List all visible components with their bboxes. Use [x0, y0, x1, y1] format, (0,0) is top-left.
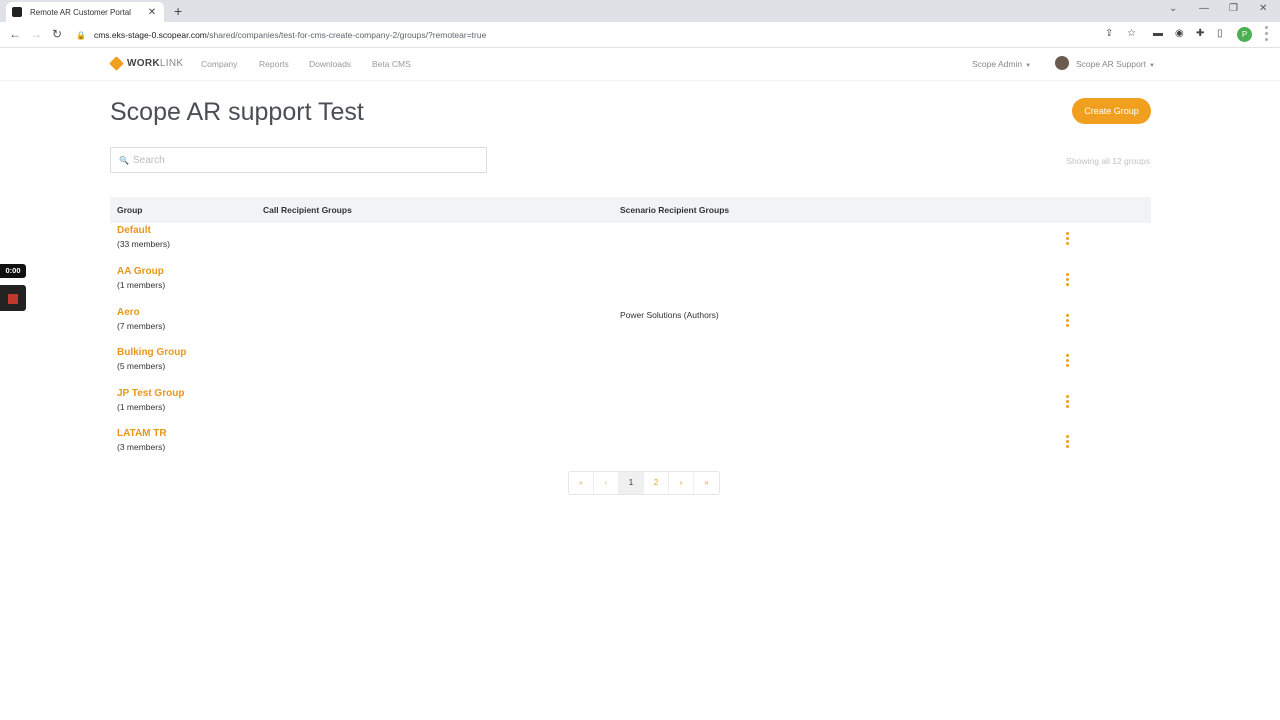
user-menu[interactable]: Scope AR Support ▼: [1076, 59, 1155, 69]
restore-icon[interactable]: ❐: [1229, 3, 1238, 14]
last-page-button[interactable]: »: [694, 472, 719, 494]
row-actions-kebab-icon[interactable]: [1062, 229, 1072, 247]
tab-search-icon[interactable]: ⌄: [1169, 3, 1177, 14]
site-favicon-icon: [12, 7, 22, 17]
group-name-link[interactable]: Default: [117, 225, 151, 236]
table-row: LATAM TR (3 members): [110, 427, 1151, 468]
table-row: Aero (7 members) Power Solutions (Author…: [110, 306, 1151, 347]
group-name-link[interactable]: Aero: [117, 307, 140, 318]
url-field[interactable]: 🔒 cms.eks-stage-0.scopear.com/shared/com…: [76, 26, 1120, 44]
member-count: (33 members): [117, 239, 170, 249]
nav-company[interactable]: Company: [201, 59, 237, 69]
prev-page-button[interactable]: ‹: [594, 472, 619, 494]
row-actions-kebab-icon[interactable]: [1062, 392, 1072, 410]
scenario-recipient-groups: Power Solutions (Authors): [620, 310, 719, 320]
browser-tab[interactable]: Remote AR Customer Portal ✕: [6, 2, 164, 22]
browser-tab-bar: Remote AR Customer Portal ✕ + ⌄ — ❐ ✕: [0, 0, 1280, 22]
bookmark-star-icon[interactable]: ☆: [1127, 28, 1136, 40]
search-input[interactable]: [132, 154, 473, 166]
table-row: Default (33 members): [110, 224, 1151, 265]
screen-record-extension-icon[interactable]: ◉: [1175, 28, 1184, 40]
app-header: WORK LINK Company Reports Downloads Beta …: [0, 48, 1280, 81]
create-group-button[interactable]: Create Group: [1072, 98, 1151, 124]
logo-mark-icon: [109, 56, 124, 71]
url-path: /shared/companies/test-for-cms-create-co…: [206, 30, 487, 40]
chevron-down-icon: ▼: [1025, 63, 1032, 69]
table-row: AA Group (1 members): [110, 265, 1151, 306]
nav-downloads[interactable]: Downloads: [309, 59, 351, 69]
user-avatar[interactable]: [1055, 56, 1069, 70]
reload-icon[interactable]: ↻: [52, 27, 62, 41]
row-actions-kebab-icon[interactable]: [1062, 432, 1072, 450]
puzzle-extensions-icon[interactable]: ✚: [1196, 28, 1204, 40]
address-bar: ← → ↻ 🔒 cms.eks-stage-0.scopear.com/shar…: [0, 22, 1280, 48]
close-window-icon[interactable]: ✕: [1259, 3, 1267, 14]
row-actions-kebab-icon[interactable]: [1062, 270, 1072, 288]
admin-menu[interactable]: Scope Admin ▼: [972, 59, 1031, 69]
worklink-logo[interactable]: WORK LINK: [109, 56, 183, 71]
row-actions-kebab-icon[interactable]: [1062, 351, 1072, 369]
new-tab-button[interactable]: +: [174, 3, 182, 19]
chevron-down-icon: ▼: [1148, 63, 1155, 69]
back-icon[interactable]: ←: [9, 27, 21, 41]
pagination: « ‹ 1 2 › »: [568, 471, 720, 495]
extension-icon[interactable]: ▬: [1153, 28, 1163, 40]
share-icon[interactable]: ⇪: [1105, 28, 1113, 40]
member-count: (3 members): [117, 442, 166, 452]
page-1-button[interactable]: 1: [619, 472, 644, 494]
group-name-link[interactable]: LATAM TR: [117, 428, 167, 439]
search-box: 🔍: [110, 147, 487, 173]
nav-beta-cms[interactable]: Beta CMS: [372, 59, 411, 69]
column-header-call-recipient-groups: Call Recipient Groups: [263, 205, 352, 215]
column-header-group: Group: [117, 205, 143, 215]
recording-timer: 0:00: [0, 264, 26, 278]
table-header: Group Call Recipient Groups Scenario Rec…: [110, 197, 1151, 223]
forward-icon[interactable]: →: [30, 27, 42, 41]
browser-menu-icon[interactable]: [1265, 26, 1269, 46]
tab-title: Remote AR Customer Portal: [30, 7, 131, 17]
page-title: Scope AR support Test: [110, 98, 364, 126]
next-page-button[interactable]: ›: [669, 472, 694, 494]
group-name-link[interactable]: AA Group: [117, 266, 164, 277]
member-count: (7 members): [117, 321, 166, 331]
stop-icon: [8, 294, 18, 304]
search-icon: 🔍: [119, 155, 129, 165]
lock-icon: 🔒: [76, 30, 86, 40]
minimize-icon[interactable]: —: [1199, 3, 1209, 14]
member-count: (1 members): [117, 280, 166, 290]
member-count: (1 members): [117, 402, 166, 412]
tab-close-icon[interactable]: ✕: [146, 7, 158, 18]
nav-reports[interactable]: Reports: [259, 59, 289, 69]
url-host: cms.eks-stage-0.scopear.com: [93, 30, 207, 40]
group-name-link[interactable]: Bulking Group: [117, 347, 186, 358]
stop-recording-button[interactable]: [0, 285, 26, 311]
member-count: (5 members): [117, 361, 166, 371]
page-2-button[interactable]: 2: [644, 472, 669, 494]
row-actions-kebab-icon[interactable]: [1062, 311, 1072, 329]
table-row: Bulking Group (5 members): [110, 346, 1151, 387]
side-panel-icon[interactable]: ▯: [1217, 28, 1223, 40]
table-row: JP Test Group (1 members): [110, 387, 1151, 428]
results-count: Showing all 12 groups: [1066, 156, 1150, 166]
group-name-link[interactable]: JP Test Group: [117, 388, 184, 399]
profile-avatar[interactable]: P: [1237, 27, 1252, 42]
first-page-button[interactable]: «: [569, 472, 594, 494]
column-header-scenario-recipient-groups: Scenario Recipient Groups: [620, 205, 730, 215]
